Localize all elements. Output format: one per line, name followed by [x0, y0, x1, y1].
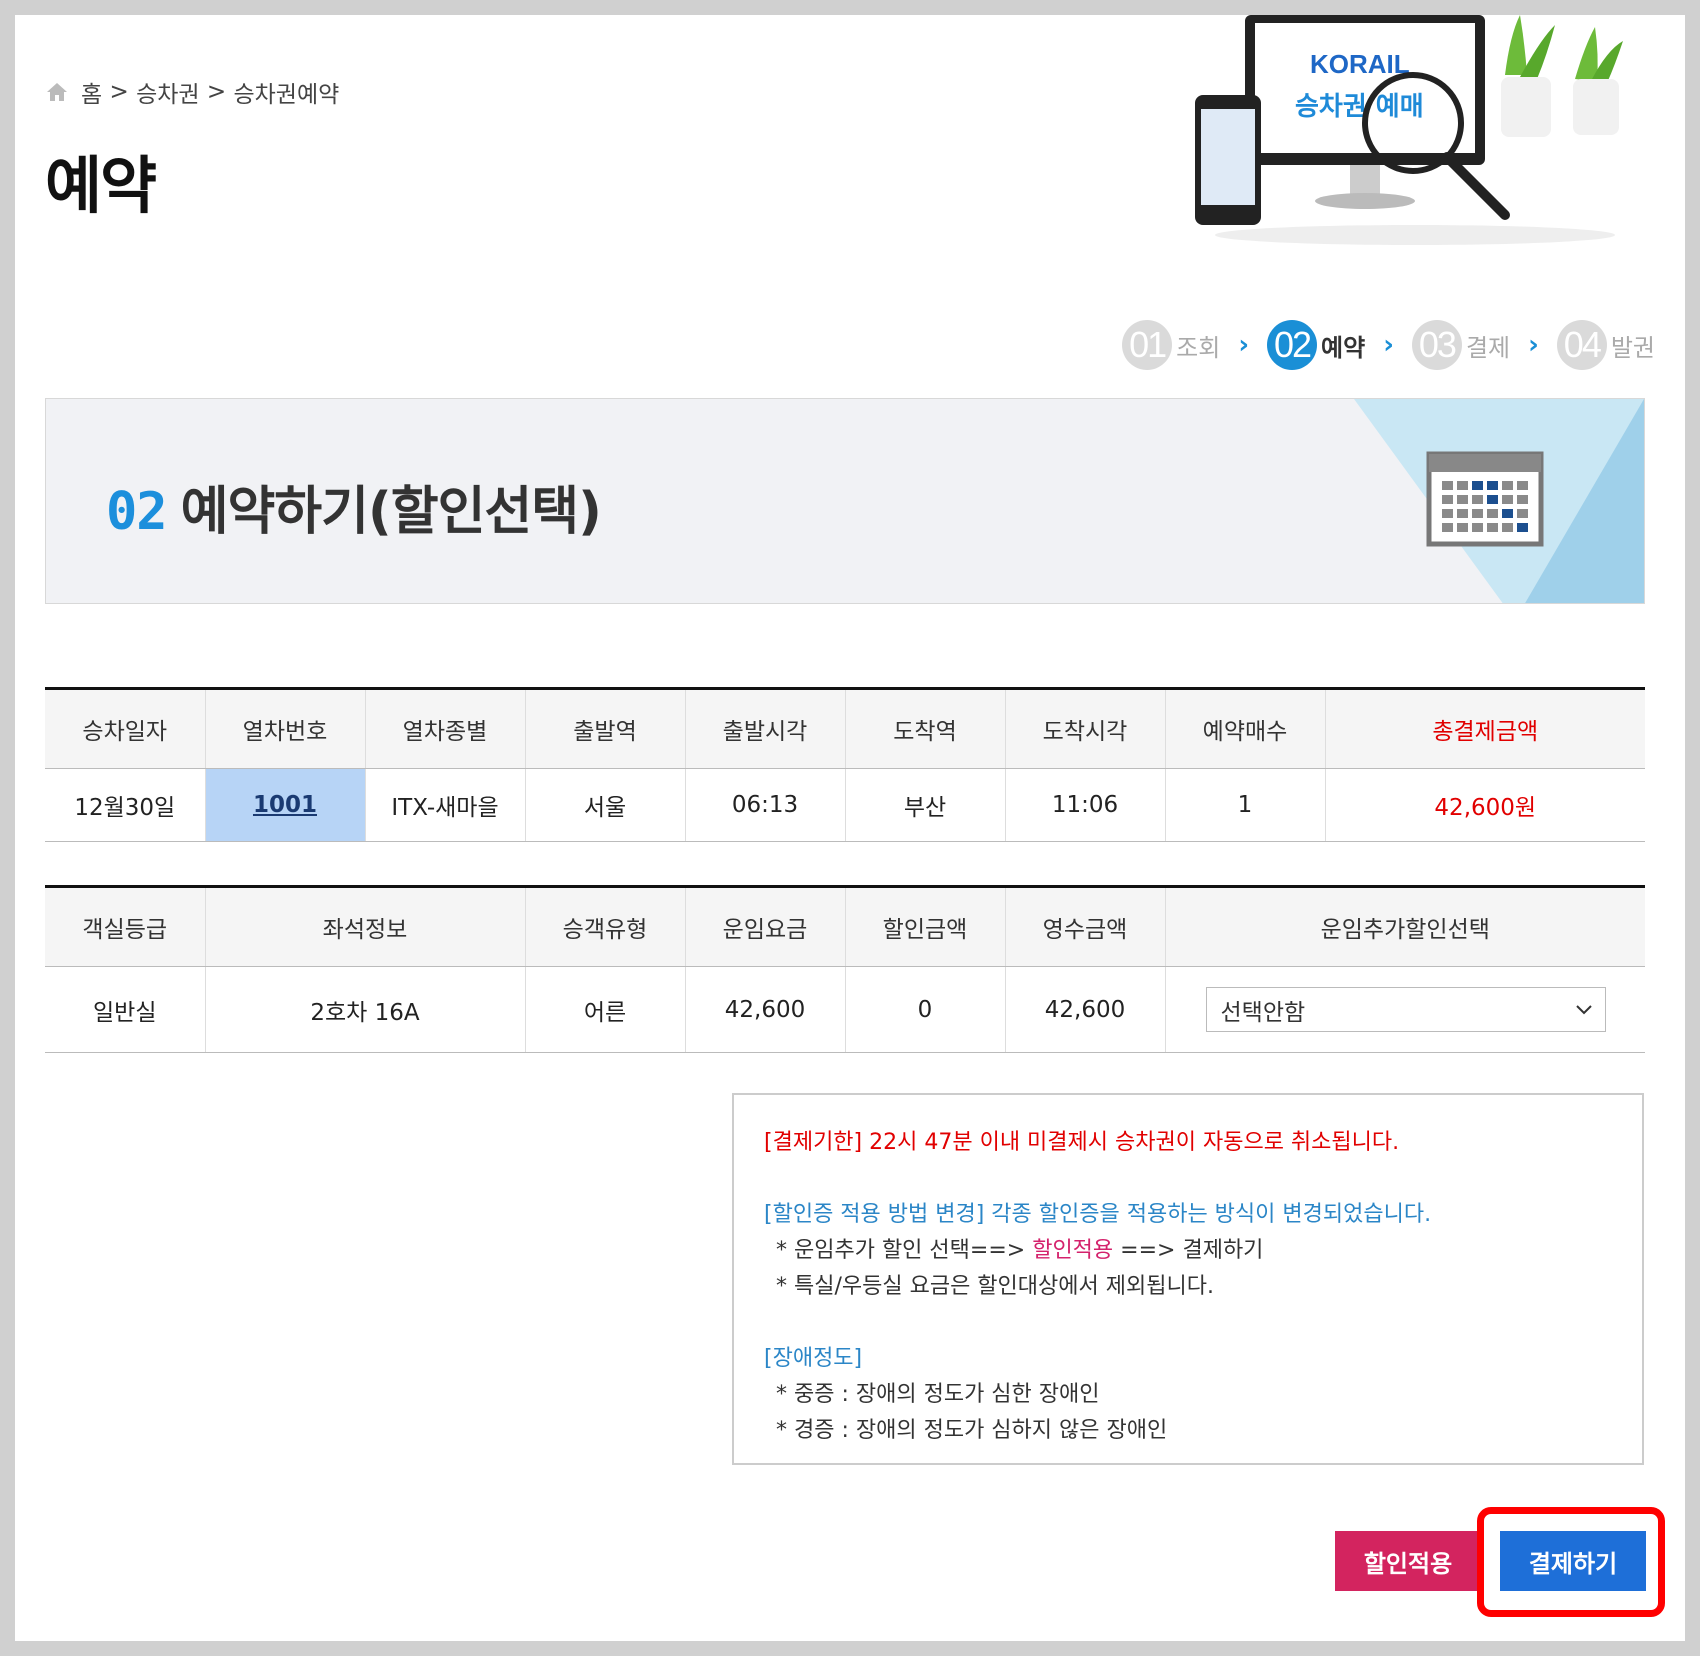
- calendar-icon: [1354, 399, 1644, 603]
- train-info-table: 승차일자 열차번호 열차종별 출발역 출발시각 도착역 도착시각 예약매수 총결…: [45, 687, 1645, 842]
- chevron-right-icon: ›: [1528, 330, 1539, 360]
- header-ticket-count: 예약매수: [1164, 688, 1325, 769]
- header-train-type: 열차종별: [364, 688, 525, 769]
- table-header-row: 승차일자 열차번호 열차종별 출발역 출발시각 도착역 도착시각 예약매수 총결…: [45, 688, 1645, 769]
- fare-info-table: 객실등급 좌석정보 승객유형 운임요금 할인금액 영수금액 운임추가할인선택 일…: [45, 885, 1645, 1053]
- chevron-right-icon: ›: [1238, 330, 1250, 360]
- notice-highlight: 할인적용: [1032, 1238, 1114, 1263]
- header-train-number: 열차번호: [204, 688, 365, 769]
- chevron-right-icon: ›: [1383, 330, 1394, 360]
- step-number: 02: [1267, 320, 1318, 370]
- breadcrumb-separator: >: [199, 79, 234, 105]
- step-number: 01: [1122, 320, 1173, 370]
- breadcrumb-separator: >: [102, 79, 137, 105]
- step-issue: 04 발권: [1556, 320, 1655, 370]
- korail-logo-text: KORAIL: [1310, 49, 1410, 79]
- page-title: 예약: [45, 149, 157, 222]
- notice-method-line: * 운임추가 할인 선택==> 할인적용 ==> 결제하기: [764, 1233, 1612, 1269]
- apply-discount-button[interactable]: 할인적용: [1335, 1531, 1481, 1591]
- header-car-class: 객실등급: [45, 886, 205, 967]
- notice-disability-line: * 중증 : 장애의 정도가 심한 장애인: [776, 1382, 1100, 1407]
- header-received-amount: 영수금액: [1004, 886, 1165, 967]
- notice-disability-tag: [장애정도]: [764, 1346, 863, 1371]
- step-label: 발권: [1610, 333, 1655, 362]
- seat-info: 2호차 16A: [204, 966, 525, 1053]
- boarding-date: 12월30일: [45, 768, 205, 842]
- section-title-text: 예약하기(할인선택): [180, 482, 602, 542]
- header-discount-amount: 할인금액: [844, 886, 1005, 967]
- table-row: 12월30일 1001 ITX-새마을 서울 06:13 부산 11:06 1 …: [45, 768, 1645, 842]
- discount-select-cell: 선택안함: [1164, 966, 1645, 1053]
- step-label: 조회: [1176, 333, 1221, 362]
- header-boarding-date: 승차일자: [45, 688, 205, 769]
- notice-method-line: * 특실/우등실 요금은 할인대상에서 제외됩니다.: [776, 1274, 1214, 1299]
- notice-deadline-tag: [결제기한]: [764, 1130, 863, 1155]
- ticket-count: 1: [1164, 768, 1325, 842]
- notice-box: [결제기한] 22시 47분 이내 미결제시 승차권이 자동으로 취소됩니다. …: [732, 1093, 1644, 1465]
- pay-button-highlight: [1477, 1507, 1665, 1617]
- section-title: 02 예약하기(할인선택): [106, 469, 602, 544]
- notice-method-text: 각종 할인증을 적용하는 방식이 변경되었습니다.: [984, 1202, 1432, 1227]
- step-inquiry: 01 조회 ›: [1122, 320, 1249, 370]
- header-arrival-station: 도착역: [844, 688, 1005, 769]
- step-number: 03: [1411, 320, 1462, 370]
- header-total-amount: 총결제금액: [1324, 688, 1645, 769]
- fare: 42,600: [684, 966, 845, 1053]
- discount-select[interactable]: 선택안함: [1205, 987, 1606, 1032]
- breadcrumb-reservation[interactable]: 승차권예약: [233, 75, 339, 109]
- section-number: 02: [106, 482, 168, 542]
- discount-select-value: 선택안함: [1220, 999, 1306, 1026]
- home-icon[interactable]: [45, 81, 69, 103]
- hero-caption: 승차권 예매: [1295, 92, 1424, 122]
- notice-deadline-text: 22시 47분 이내 미결제시 승차권이 자동으로 취소됩니다.: [862, 1130, 1400, 1155]
- notice-deadline: [결제기한] 22시 47분 이내 미결제시 승차권이 자동으로 취소됩니다.: [764, 1125, 1612, 1161]
- step-label: 결제: [1465, 333, 1511, 362]
- header-departure-station: 출발역: [524, 688, 685, 769]
- section-banner: 02 예약하기(할인선택): [45, 398, 1645, 604]
- step-number: 04: [1556, 320, 1607, 370]
- header-passenger-type: 승객유형: [524, 886, 685, 967]
- car-class: 일반실: [45, 966, 205, 1053]
- table-row: 일반실 2호차 16A 어른 42,600 0 42,600 선택안함: [45, 966, 1645, 1053]
- progress-steps: 01 조회 › 02 예약 › 03 결제 › 04 발권: [1104, 320, 1655, 370]
- train-number-cell: 1001: [204, 768, 365, 842]
- departure-station: 서울: [524, 768, 685, 842]
- notice-method: [할인증 적용 방법 변경] 각종 할인증을 적용하는 방식이 변경되었습니다.: [764, 1197, 1612, 1233]
- discount-amount: 0: [844, 966, 1005, 1053]
- header-discount-select: 운임추가할인선택: [1164, 886, 1645, 967]
- arrival-time: 11:06: [1004, 768, 1165, 842]
- train-number-link[interactable]: 1001: [253, 792, 317, 818]
- page: 홈 > 승차권 > 승차권예약 예약 KORAIL 승차권 예매 01 조회 ›: [15, 15, 1685, 1641]
- header-departure-time: 출발시각: [684, 688, 845, 769]
- train-type: ITX-새마을: [364, 768, 525, 842]
- arrival-station: 부산: [844, 768, 1005, 842]
- step-label: 예약: [1321, 333, 1366, 362]
- header-arrival-time: 도착시각: [1004, 688, 1165, 769]
- korail-booking-illustration: KORAIL 승차권 예매: [1195, 15, 1623, 245]
- breadcrumb-ticket[interactable]: 승차권: [136, 75, 199, 109]
- departure-time: 06:13: [684, 768, 845, 842]
- received-amount: 42,600: [1004, 966, 1165, 1053]
- breadcrumb-home[interactable]: 홈: [81, 75, 102, 109]
- notice-method-tag: [할인증 적용 방법 변경]: [764, 1202, 985, 1227]
- passenger-type: 어른: [524, 966, 685, 1053]
- step-reservation: 02 예약 ›: [1267, 320, 1394, 370]
- step-payment: 03 결제 ›: [1411, 320, 1539, 370]
- header-seat-info: 좌석정보: [204, 886, 525, 967]
- breadcrumb: 홈 > 승차권 > 승차권예약: [45, 75, 339, 109]
- header-fare: 운임요금: [684, 886, 845, 967]
- chevron-down-icon: [1575, 1004, 1592, 1014]
- notice-text: * 운임추가 할인 선택==>: [776, 1238, 1033, 1263]
- notice-disability-line: * 경증 : 장애의 정도가 심하지 않은 장애인: [776, 1418, 1168, 1443]
- table-header-row: 객실등급 좌석정보 승객유형 운임요금 할인금액 영수금액 운임추가할인선택: [45, 886, 1645, 967]
- notice-text: ==> 결제하기: [1113, 1238, 1264, 1263]
- total-amount: 42,600원: [1324, 768, 1645, 842]
